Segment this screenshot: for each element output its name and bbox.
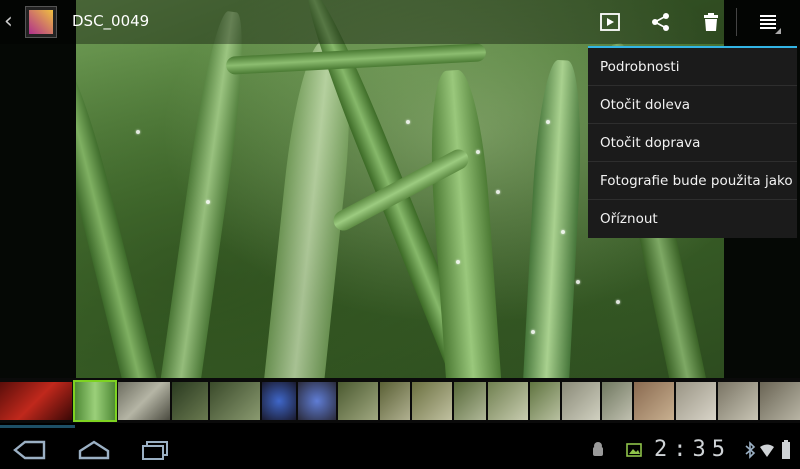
- recent-apps-icon: [142, 441, 168, 460]
- recent-apps-button[interactable]: [136, 434, 176, 466]
- filmstrip-thumbnail[interactable]: [412, 382, 452, 420]
- action-bar: ‹ DSC_0049: [0, 0, 800, 44]
- menu-item-set-as[interactable]: Fotografie bude použita jako: [588, 162, 797, 200]
- chevron-left-icon[interactable]: ‹: [4, 11, 18, 33]
- filmstrip-thumbnail[interactable]: [562, 382, 600, 420]
- trash-icon: [704, 13, 718, 31]
- delete-button[interactable]: [697, 8, 725, 36]
- filmstrip-thumbnail[interactable]: [210, 382, 260, 420]
- filmstrip-thumbnail[interactable]: [602, 382, 632, 420]
- overflow-menu: Podrobnosti Otočit doleva Otočit doprava…: [588, 46, 797, 238]
- filmstrip-thumbnail[interactable]: [488, 382, 528, 420]
- system-navbar: 2:35: [0, 432, 800, 469]
- filmstrip-thumbnail[interactable]: [0, 382, 72, 420]
- share-button[interactable]: [647, 8, 675, 36]
- filmstrip-thumbnail[interactable]: [380, 382, 410, 420]
- slideshow-button[interactable]: [596, 8, 624, 36]
- home-icon: [78, 440, 110, 460]
- filmstrip-thumbnail[interactable]: [262, 382, 296, 420]
- filmstrip-thumbnail[interactable]: [172, 382, 208, 420]
- overflow-menu-button[interactable]: [755, 8, 783, 36]
- filmstrip-thumbnail[interactable]: [338, 382, 378, 420]
- page-title: DSC_0049: [72, 12, 150, 30]
- battery-icon[interactable]: [778, 434, 794, 466]
- filmstrip-thumbnail[interactable]: [634, 382, 674, 420]
- filmstrip-thumbnail[interactable]: [454, 382, 486, 420]
- filmstrip-thumbnail[interactable]: [760, 382, 800, 420]
- menu-item-crop[interactable]: Oříznout: [588, 200, 797, 238]
- filmstrip-thumbnail[interactable]: [676, 382, 716, 420]
- filmstrip[interactable]: [0, 378, 800, 423]
- overflow-menu-icon: [760, 15, 781, 34]
- filmstrip-thumbnail[interactable]: [298, 382, 336, 420]
- back-icon: [13, 440, 46, 460]
- android-debug-icon[interactable]: [586, 434, 610, 466]
- gallery-thumbnail-icon[interactable]: [25, 6, 57, 38]
- bluetooth-icon[interactable]: [742, 434, 758, 466]
- wifi-icon[interactable]: [758, 434, 776, 466]
- share-icon: [652, 13, 669, 31]
- menu-item-details[interactable]: Podrobnosti: [588, 48, 797, 86]
- filmstrip-thumbnail[interactable]: [530, 382, 560, 420]
- gallery-status-icon[interactable]: [622, 434, 646, 466]
- menu-item-rotate-right[interactable]: Otočit doprava: [588, 124, 797, 162]
- menu-item-rotate-left[interactable]: Otočit doleva: [588, 86, 797, 124]
- back-button[interactable]: [10, 434, 50, 466]
- filmstrip-scroll-indicator: [0, 425, 75, 428]
- action-bar-divider: [736, 8, 737, 36]
- play-icon: [600, 13, 620, 31]
- filmstrip-thumbnail[interactable]: [118, 382, 170, 420]
- home-button[interactable]: [74, 434, 114, 466]
- clock[interactable]: 2:35: [654, 437, 731, 462]
- filmstrip-thumbnail-selected[interactable]: [73, 380, 117, 422]
- filmstrip-thumbnail[interactable]: [718, 382, 758, 420]
